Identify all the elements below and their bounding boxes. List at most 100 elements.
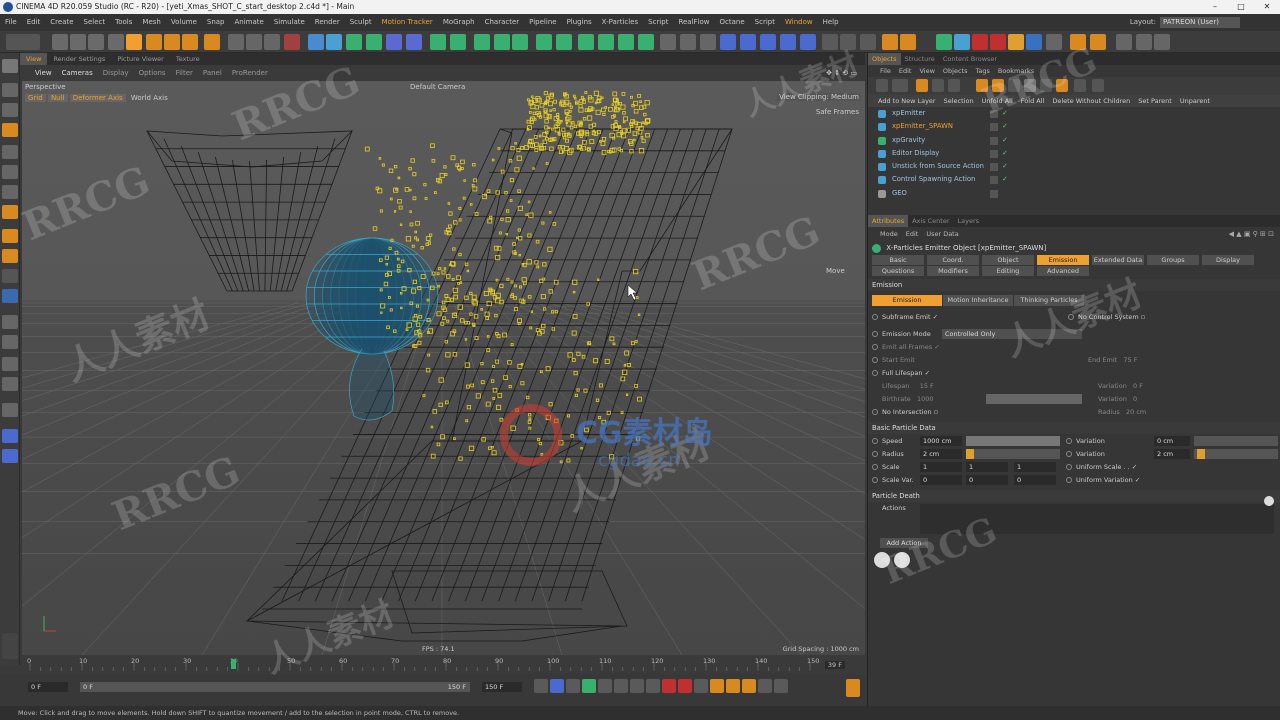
vp-menu-panel[interactable]: Panel [198,65,227,81]
polygons-mode-icon[interactable] [2,185,18,199]
radius-field[interactable]: 2 cm [920,449,962,459]
enabled-check-icon[interactable]: ✓ [1002,160,1008,173]
menu-motion-tracker[interactable]: Motion Tracker [377,14,438,31]
action-selection[interactable]: Selection [940,95,978,107]
tag-j-icon[interactable] [1074,79,1086,92]
enabled-check-icon[interactable]: ✓ [1002,120,1008,133]
timeline-window-icon[interactable] [846,679,860,697]
minimize-button[interactable]: – [1202,0,1228,14]
loop-icon[interactable] [646,679,660,693]
speed-variation-slider[interactable] [1194,436,1278,446]
visibility-dots[interactable] [990,176,998,185]
prev-key-icon[interactable] [550,679,564,693]
subdivision-icon[interactable] [346,34,362,50]
undo-redo-icon[interactable] [6,34,40,50]
viewport-solo-icon[interactable] [2,357,18,371]
lifespan-row[interactable]: Lifespan 15 F [882,380,934,392]
radius-dim-row[interactable]: Radius 20 cm [1098,406,1146,418]
position-key-icon[interactable] [710,679,724,693]
play-icon[interactable] [582,679,596,693]
tag-f-icon[interactable] [1008,79,1020,92]
menu-script[interactable]: Script [750,14,780,31]
xp-sketch-icon[interactable] [800,34,816,50]
subtab-editing[interactable]: Editing [982,266,1034,276]
sun-icon[interactable] [1008,34,1024,50]
xp-dynamics-icon[interactable] [598,34,614,50]
menu-animate[interactable]: Animate [230,14,269,31]
object-row-geo[interactable]: GEO [868,187,1280,200]
rect-select-icon[interactable] [88,34,104,50]
xp-cache-icon[interactable] [638,34,654,50]
next-key-icon[interactable] [614,679,628,693]
uniform-variation-row[interactable]: Uniform Variation ✓ [1066,474,1140,486]
menu-volume[interactable]: Volume [166,14,202,31]
actions-list[interactable] [920,504,1274,534]
tab-view[interactable]: View [20,53,48,65]
tab-render-settings[interactable]: Render Settings [47,53,111,65]
scale-var-x-field[interactable]: 0 [920,475,962,485]
lifespan-variation-row[interactable]: Variation 0 F [1098,380,1143,392]
action-set-parent[interactable]: Set Parent [1134,95,1176,107]
object-row-control-spawning-action[interactable]: Control Spawning Action ✓ [868,173,1280,186]
undo-view-icon[interactable] [108,34,124,50]
xp-modifiers-icon[interactable] [536,34,552,50]
object-row-xpemitter-spawn[interactable]: xpEmitter_SPAWN ✓ [868,120,1280,133]
speed-variation-field[interactable]: 0 cm [1154,436,1190,446]
keyframe-selection-icon[interactable] [694,679,708,693]
parameter-key-icon[interactable] [758,679,772,693]
radius-variation-field[interactable]: 2 cm [1154,449,1190,459]
radius-slider[interactable] [966,449,1060,459]
no-control-system-row[interactable]: No Control System ▫ [1068,311,1145,323]
enabled-check-icon[interactable]: ✓ [1002,134,1008,147]
timeline-ruler[interactable]: 0 10 20 30 39 50 60 70 80 90 100 110 120 130 140 150 39… [22,655,865,674]
xp-system-icon[interactable] [474,34,490,50]
subtab-coord[interactable]: Coord. [927,255,979,265]
menu-file[interactable]: File [0,14,22,31]
menu-create[interactable]: Create [45,14,78,31]
octane-live-viewer-icon[interactable] [882,34,898,50]
tag-d-icon[interactable] [976,79,988,92]
next-frame-icon[interactable] [598,679,612,693]
enabled-check-icon[interactable]: ✓ [1002,107,1008,120]
attr-menu-mode[interactable]: Mode [876,227,902,241]
visibility-dots[interactable] [990,189,998,198]
obj-menu-objects[interactable]: Objects [939,65,972,77]
rotate-tool-icon[interactable] [164,34,180,50]
menu-character[interactable]: Character [480,14,525,31]
workplane-mode-icon[interactable] [2,123,18,137]
action-fold-all[interactable]: Fold All [1017,95,1049,107]
tweak-mode-icon[interactable] [2,229,18,243]
tag-i-icon[interactable] [1056,79,1068,92]
psr-icon[interactable] [892,79,908,92]
camera-label[interactable]: Default Camera [410,83,465,91]
scale-x-field[interactable]: 1 [920,462,962,472]
go-to-start-icon[interactable] [534,679,548,693]
vp-menu-view[interactable]: View [30,65,57,81]
emission-mode-dropdown[interactable]: Controlled Only [942,329,1082,339]
speed-field[interactable]: 1000 cm [920,436,962,446]
tab-layers[interactable]: Layers [954,215,984,227]
render-settings-icon[interactable] [264,34,280,50]
camera-icon[interactable] [430,34,446,50]
environment-icon[interactable] [1046,34,1062,50]
xp-skinner-icon[interactable] [720,34,736,50]
visibility-dots[interactable] [990,110,998,118]
camera-shake-icon[interactable] [990,34,1006,50]
birthrate-slider[interactable] [986,394,1082,404]
scale-key-icon[interactable] [726,679,740,693]
menu-octane[interactable]: Octane [715,14,750,31]
uniform-scale-row[interactable]: Uniform Scale . . ✓ [1066,461,1137,473]
layout-grid-icon[interactable] [822,34,838,50]
tab-axis-center[interactable]: Axis Center [908,215,953,227]
maximize-button[interactable]: □ [1228,0,1254,14]
live-selection-icon[interactable] [52,34,68,50]
menu-script-1[interactable]: Script [643,14,673,31]
action-picker-icon[interactable] [874,552,890,568]
model-mode-icon[interactable] [2,83,18,97]
menu-tools[interactable]: Tools [110,14,137,31]
object-row-xpgravity[interactable]: xpGravity ✓ [868,134,1280,147]
birthrate-row[interactable]: Birthrate 1000 [882,393,934,405]
tag-e-icon[interactable] [992,79,1004,92]
floor-icon[interactable] [406,34,422,50]
scale-z-field[interactable]: 1 [1014,462,1056,472]
